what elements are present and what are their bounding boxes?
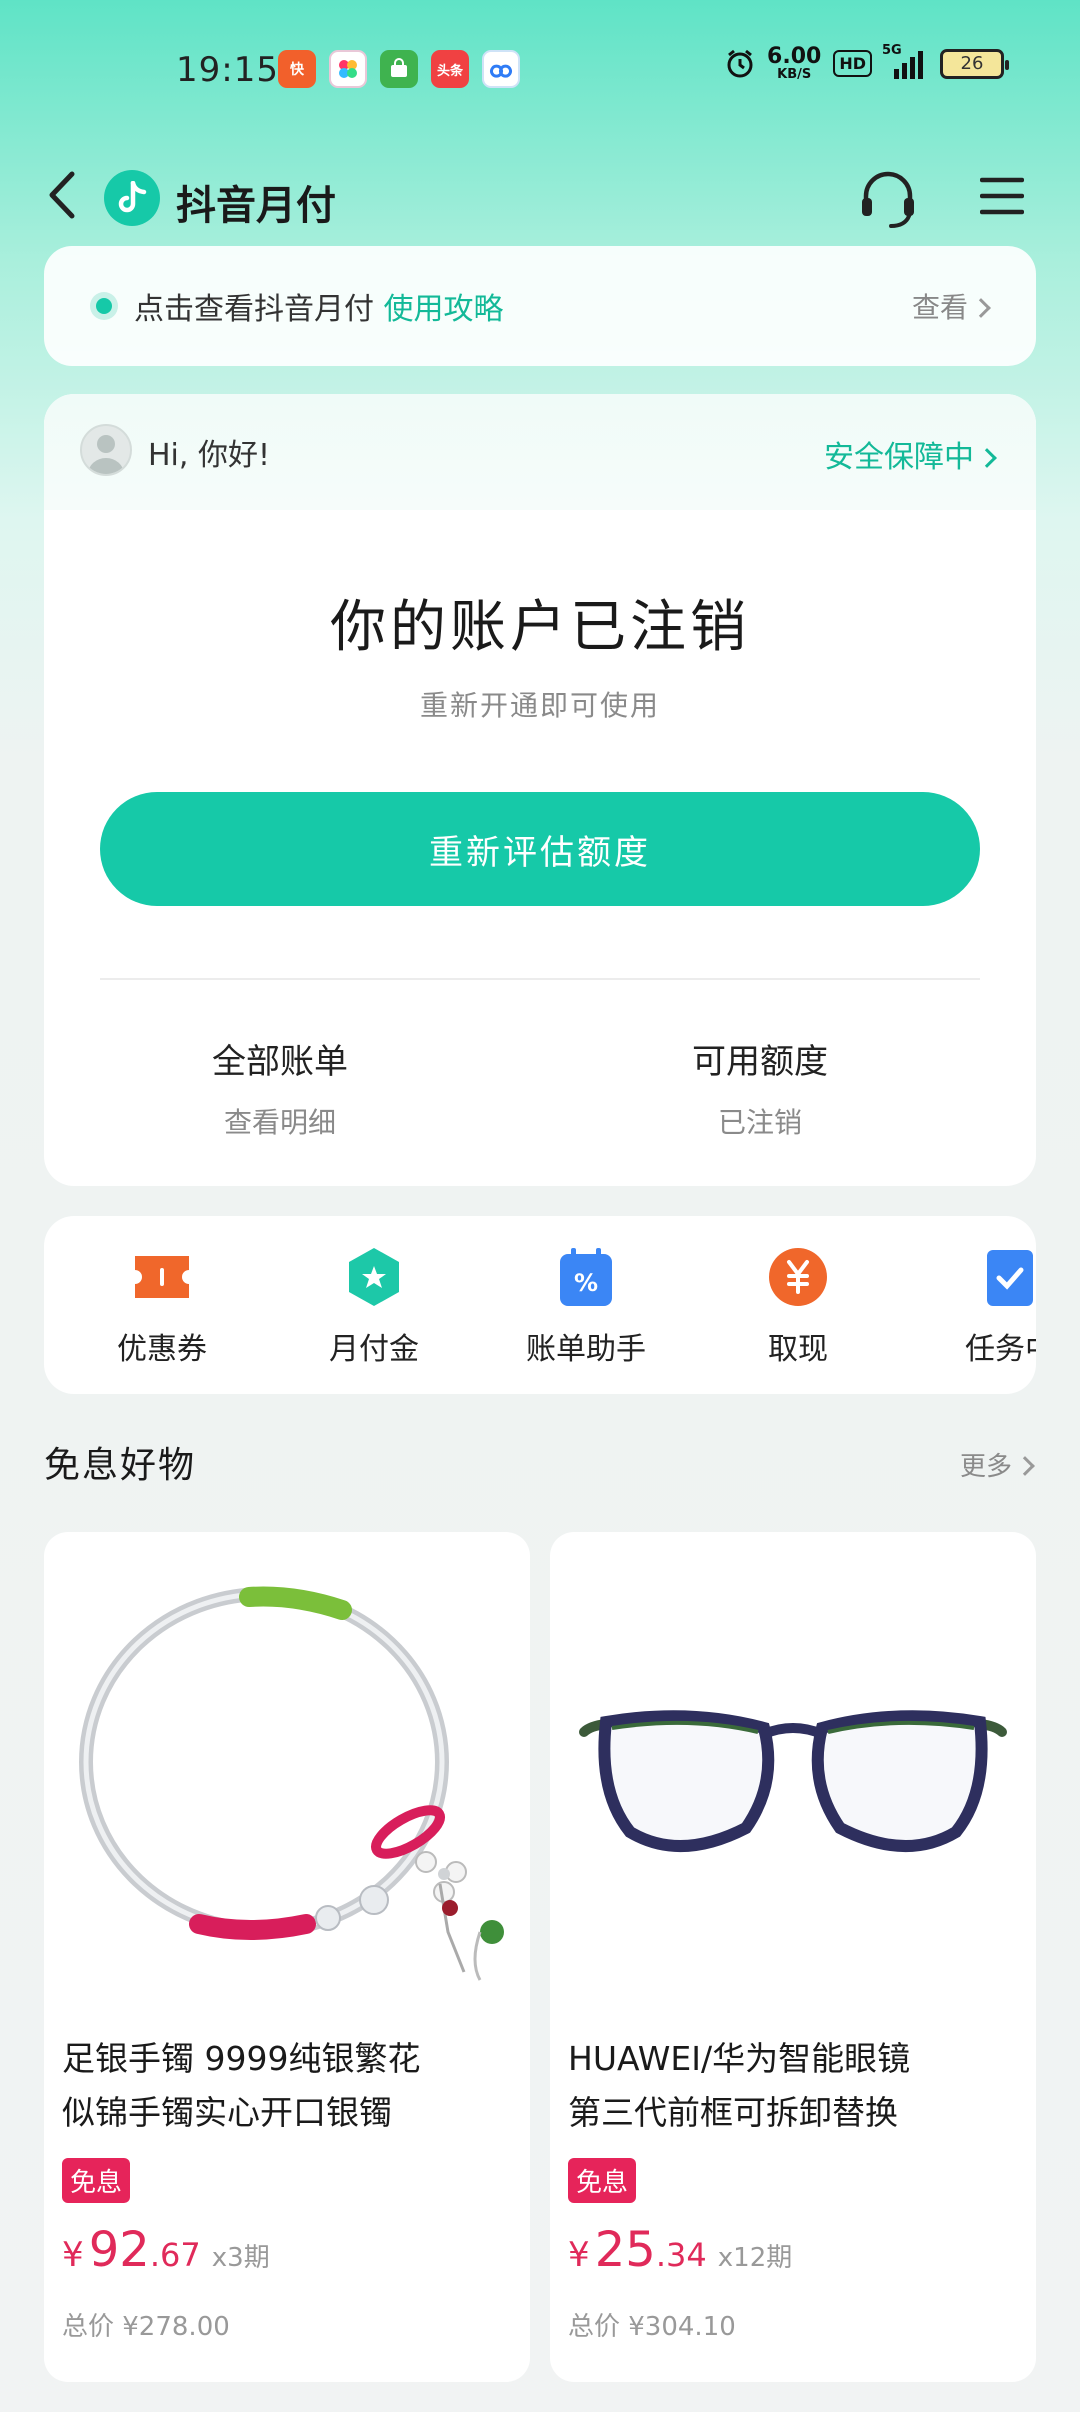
cloud-app-icon	[482, 50, 520, 88]
status-time: 19:15	[176, 50, 279, 90]
signal-icon: 5G	[882, 43, 928, 79]
guide-link[interactable]: 使用攻略	[384, 292, 504, 327]
status-indicators: 6.00 KB/S HD 5G 26	[725, 43, 1009, 82]
douyin-logo-icon	[104, 170, 160, 226]
account-status-title: 你的账户已注销	[330, 595, 750, 660]
service-task[interactable]: 任务中	[910, 1246, 1036, 1368]
available-limit-label: 可用额度	[692, 1042, 828, 1082]
coupon-icon	[131, 1246, 193, 1308]
shopping-app-icon	[380, 50, 418, 88]
account-card: Hi, 你好! 安全保障中 你的账户已注销 重新开通即可使用 重新评估额度 全部…	[44, 394, 1036, 1186]
guide-dot-icon	[96, 298, 112, 314]
services-bar: 优惠券 月付金 % 账单助手 取现 任务中	[44, 1216, 1036, 1394]
product-price: ¥ 25.34 x12期	[568, 2222, 793, 2278]
monthly-gold-icon	[343, 1246, 405, 1308]
greeting: Hi, 你好!	[148, 438, 270, 473]
section-more-button[interactable]: 更多	[960, 1446, 1035, 1483]
kuaishou-app-icon: 快	[278, 50, 316, 88]
account-status-subtitle: 重新开通即可使用	[419, 689, 660, 722]
back-arrow-icon[interactable]	[42, 170, 82, 220]
interest-free-badge: 免息	[62, 2158, 131, 2203]
service-bill-assistant[interactable]: % 账单助手	[486, 1246, 686, 1368]
app-header: 抖音月付	[0, 140, 1080, 250]
product-total-price: 总价 ¥304.10	[568, 2312, 736, 2342]
divider	[100, 978, 980, 980]
product-price: ¥ 92.67 x3期	[62, 2222, 270, 2278]
account-header: Hi, 你好! 安全保障中	[44, 394, 1036, 510]
task-icon	[979, 1246, 1036, 1308]
product-image-bracelet	[44, 1532, 530, 2002]
toutiao-app-icon: 头条	[431, 50, 469, 88]
customer-service-icon[interactable]	[856, 168, 920, 230]
chevron-right-icon	[1015, 1456, 1035, 1476]
page-title: 抖音月付	[176, 183, 336, 229]
product-name: 足银手镯 9999纯银繁花 似锦手镯实心开口银镯	[62, 2039, 421, 2132]
product-image-glasses	[550, 1532, 1036, 2002]
all-bills-entry[interactable]: 全部账单 查看明细	[130, 1034, 430, 1141]
all-bills-sub: 查看明细	[223, 1106, 336, 1139]
all-bills-label: 全部账单	[212, 1042, 348, 1082]
product-name: HUAWEI/华为智能眼镜 第三代前框可拆卸替换	[568, 2039, 911, 2132]
service-monthly-gold[interactable]: 月付金	[274, 1246, 474, 1368]
photos-app-icon	[329, 50, 367, 88]
network-speed: 6.00 KB/S	[767, 44, 822, 82]
available-limit-sub: 已注销	[717, 1106, 802, 1139]
chevron-right-icon	[977, 448, 997, 468]
section-title: 免息好物	[44, 1445, 197, 1486]
bill-assistant-icon: %	[555, 1246, 617, 1308]
cash-icon	[767, 1246, 829, 1308]
guide-view-button[interactable]: 查看	[912, 286, 991, 326]
chevron-right-icon	[971, 298, 991, 318]
product-card[interactable]: 足银手镯 9999纯银繁花 似锦手镯实心开口银镯 免息 ¥ 92.67 x3期 …	[44, 1532, 530, 2382]
service-coupon[interactable]: 优惠券	[62, 1246, 262, 1368]
guide-text: 点击查看抖音月付 使用攻略	[134, 292, 504, 327]
battery-icon: 26	[940, 48, 1009, 79]
status-bar: 19:15 快 头条 6.00 KB/S HD 5G 26	[0, 0, 1080, 140]
security-status-link[interactable]: 安全保障中	[824, 432, 997, 476]
usage-guide-banner[interactable]: 点击查看抖音月付 使用攻略 查看	[44, 246, 1036, 366]
menu-icon[interactable]	[980, 176, 1024, 216]
svg-text:%: %	[574, 1269, 598, 1297]
available-limit-entry[interactable]: 可用额度 已注销	[610, 1034, 910, 1141]
notification-icons: 快 头条	[278, 50, 520, 88]
service-cash[interactable]: 取现	[698, 1246, 898, 1368]
reevaluate-limit-button[interactable]: 重新评估额度	[100, 792, 980, 906]
product-total-price: 总价 ¥278.00	[62, 2312, 230, 2342]
alarm-icon	[727, 49, 753, 77]
interest-free-badge: 免息	[568, 2158, 637, 2203]
hd-badge: HD	[833, 50, 872, 77]
avatar[interactable]	[80, 424, 132, 476]
product-card[interactable]: HUAWEI/华为智能眼镜 第三代前框可拆卸替换 免息 ¥ 25.34 x12期…	[550, 1532, 1036, 2382]
